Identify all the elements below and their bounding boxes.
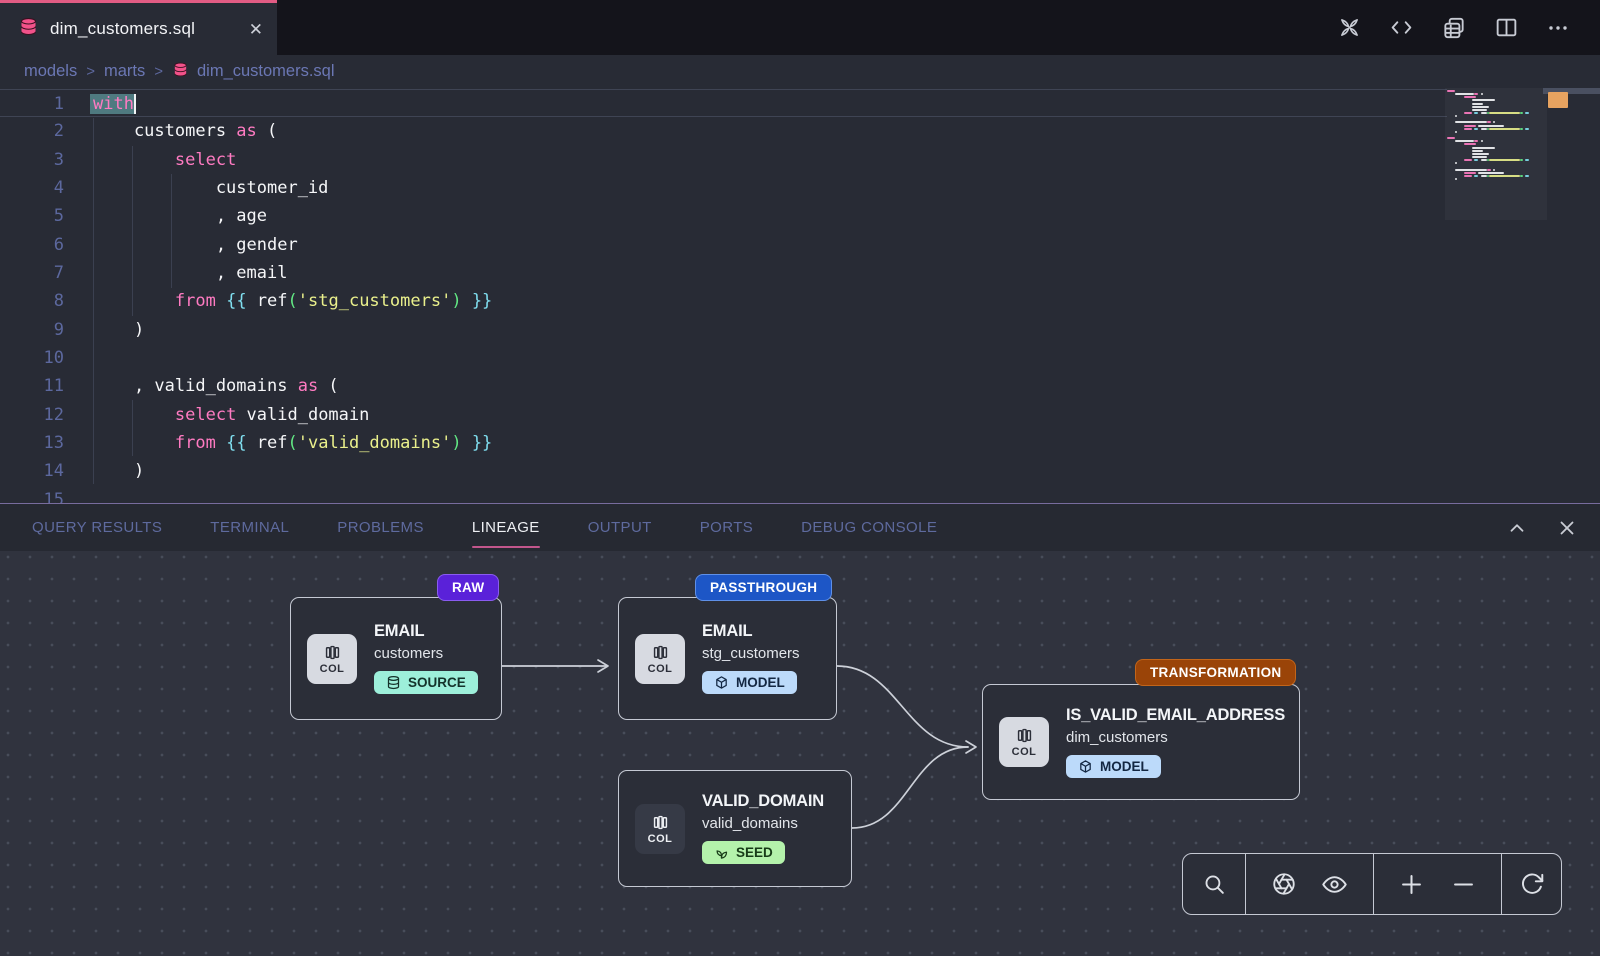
overview-ruler-marker xyxy=(1548,92,1568,108)
table-name: customers xyxy=(374,645,478,662)
lineage-node-stg-customers-email[interactable]: COL EMAIL stg_customers MODEL xyxy=(618,597,837,720)
refresh-icon[interactable] xyxy=(1519,871,1545,897)
ide-window: dim_customers.sql ✕ xyxy=(0,0,1600,956)
table-name: dim_customers xyxy=(1066,729,1285,746)
search-icon[interactable] xyxy=(1202,872,1227,897)
breadcrumb: models > marts > dim_customers.sql xyxy=(0,55,1600,88)
tab-close-icon[interactable]: ✕ xyxy=(249,21,263,38)
column-chip: COL xyxy=(635,804,685,854)
lineage-node-customers-email[interactable]: COL EMAIL customers SOURCE xyxy=(290,597,502,720)
model-badge: MODEL xyxy=(702,671,797,694)
close-panel-icon[interactable] xyxy=(1556,517,1578,539)
duplicate-editor-icon[interactable] xyxy=(1441,15,1467,41)
tag-raw: RAW xyxy=(437,574,499,601)
breadcrumb-item-models[interactable]: models xyxy=(24,62,77,81)
eye-icon[interactable] xyxy=(1321,871,1348,898)
panel-tab-query-results[interactable]: QUERY RESULTS xyxy=(32,504,162,551)
panel-tab-problems[interactable]: PROBLEMS xyxy=(337,504,424,551)
column-chip: COL xyxy=(635,634,685,684)
dbt-logo-icon[interactable] xyxy=(1337,15,1362,40)
zoom-in-icon[interactable] xyxy=(1398,871,1425,898)
tab-title: dim_customers.sql xyxy=(50,19,195,39)
lineage-canvas[interactable]: COL EMAIL customers SOURCE RAW xyxy=(0,551,1600,956)
code-line-2[interactable]: 2 customers as ( xyxy=(0,117,1447,145)
column-chip: COL xyxy=(999,717,1049,767)
breadcrumb-file[interactable]: dim_customers.sql xyxy=(172,61,335,83)
code-line-5[interactable]: 5 , age xyxy=(0,202,1447,230)
code-line-15[interactable]: 15 xyxy=(0,486,1447,503)
panel-tab-lineage[interactable]: LINEAGE xyxy=(472,504,540,551)
seed-badge: SEED xyxy=(702,841,785,864)
tab-bar: dim_customers.sql ✕ xyxy=(0,0,1600,55)
code-line-14[interactable]: 14 ) xyxy=(0,457,1447,485)
code-line-4[interactable]: 4 customer_id xyxy=(0,174,1447,202)
panel-tab-terminal[interactable]: TERMINAL xyxy=(210,504,289,551)
bottom-panel-tabbar: QUERY RESULTS TERMINAL PROBLEMS LINEAGE OUTP… xyxy=(0,503,1600,551)
column-name: EMAIL xyxy=(374,622,478,641)
collapse-panel-icon[interactable] xyxy=(1506,517,1528,539)
code-line-11[interactable]: 11 , valid_domains as ( xyxy=(0,372,1447,400)
table-name: valid_domains xyxy=(702,815,824,832)
code-line-3[interactable]: 3 select xyxy=(0,146,1447,174)
code-line-9[interactable]: 9 ) xyxy=(0,316,1447,344)
column-chip: COL xyxy=(307,634,357,684)
column-name: EMAIL xyxy=(702,622,800,641)
column-name: IS_VALID_EMAIL_ADDRESS xyxy=(1066,706,1285,725)
code-line-10[interactable]: 10 xyxy=(0,344,1447,372)
database-icon xyxy=(172,61,189,83)
table-name: stg_customers xyxy=(702,645,800,662)
code-icon[interactable] xyxy=(1389,15,1414,40)
breadcrumb-item-marts[interactable]: marts xyxy=(104,62,145,81)
zoom-out-icon[interactable] xyxy=(1450,871,1477,898)
minimap[interactable] xyxy=(1447,90,1532,184)
code-line-7[interactable]: 7 , email xyxy=(0,259,1447,287)
more-actions-icon[interactable] xyxy=(1546,16,1570,40)
tag-passthrough: PASSTHROUGH xyxy=(695,574,832,601)
code-line-8[interactable]: 8 from {{ ref('stg_customers') }} xyxy=(0,287,1447,315)
code-line-12[interactable]: 12 select valid_domain xyxy=(0,401,1447,429)
model-badge: MODEL xyxy=(1066,755,1161,778)
code-line-6[interactable]: 6 , gender xyxy=(0,231,1447,259)
code-line-13[interactable]: 13 from {{ ref('valid_domains') }} xyxy=(0,429,1447,457)
panel-tab-ports[interactable]: PORTS xyxy=(700,504,753,551)
breadcrumb-separator: > xyxy=(86,63,95,80)
database-icon xyxy=(18,16,39,42)
column-name: VALID_DOMAIN xyxy=(702,792,824,811)
code-editor[interactable]: 1with2 customers as (3 select4 customer_… xyxy=(0,88,1600,503)
tag-transformation: TRANSFORMATION xyxy=(1135,659,1296,686)
panel-tab-debug-console[interactable]: DEBUG CONSOLE xyxy=(801,504,937,551)
split-editor-icon[interactable] xyxy=(1494,15,1519,40)
lineage-toolbar xyxy=(1182,853,1562,915)
code-line-1[interactable]: 1with xyxy=(0,89,1447,117)
source-badge: SOURCE xyxy=(374,671,478,694)
code-lines: 1with2 customers as (3 select4 customer_… xyxy=(0,89,1447,503)
aperture-icon[interactable] xyxy=(1271,871,1297,897)
lineage-node-valid-domains-valid-domain[interactable]: COL VALID_DOMAIN valid_domains SEED xyxy=(618,770,852,887)
breadcrumb-separator: > xyxy=(154,63,163,80)
lineage-node-dim-customers-is-valid-email-address[interactable]: COL IS_VALID_EMAIL_ADDRESS dim_customers… xyxy=(982,684,1300,800)
panel-tab-output[interactable]: OUTPUT xyxy=(588,504,652,551)
editor-tab-dim-customers[interactable]: dim_customers.sql ✕ xyxy=(0,0,277,55)
